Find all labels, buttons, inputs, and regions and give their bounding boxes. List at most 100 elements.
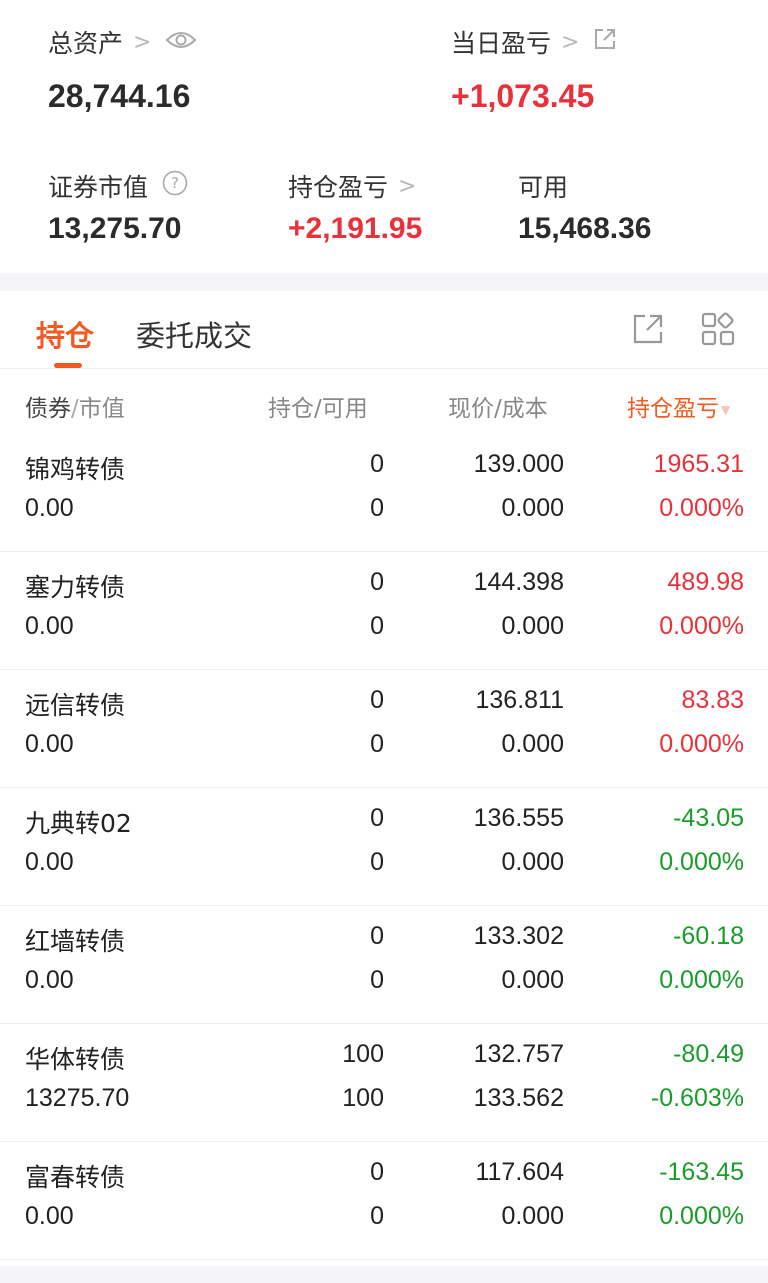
share-icon[interactable] [593, 27, 617, 57]
pl-cell: -60.18 [673, 922, 744, 950]
tab-active-indicator [54, 363, 82, 368]
available-funds: 可用 15,468.36 [518, 168, 651, 246]
pl-percent-cell: 0.000% [659, 494, 744, 522]
position-cell: 0 [370, 568, 384, 596]
daily-pl-label: 当日盈亏 [451, 29, 552, 58]
available-cell: 0 [370, 848, 384, 876]
column-header-pl-label: 持仓盈亏 [627, 396, 719, 422]
market-value-cell: 0.00 [25, 612, 74, 640]
market-value-cell: 0.00 [25, 1202, 74, 1230]
price-cell: 139.000 [473, 450, 564, 478]
chevron-right-icon: > [398, 173, 417, 199]
market-value-label: 证券市值 [48, 173, 149, 202]
help-icon[interactable]: ? [162, 170, 188, 202]
available-cell: 0 [370, 966, 384, 994]
cost-cell: 0.000 [501, 730, 564, 758]
sort-icon: ▼ [721, 402, 731, 417]
export-icon[interactable] [630, 311, 666, 347]
position-cell: 0 [370, 804, 384, 832]
market-value-cell: 0.00 [25, 966, 74, 994]
table-row[interactable]: 九典转02 0.00 0 0 136.555 0.000 -43.05 0.000% [0, 788, 768, 906]
market-value-cell: 13275.70 [25, 1084, 130, 1112]
column-header-pl[interactable]: 持仓盈亏 ▼ [627, 389, 730, 423]
cost-cell: 0.000 [501, 848, 564, 876]
available-cell: 0 [370, 730, 384, 758]
table-row[interactable]: 远信转债 0.00 0 0 136.811 0.000 83.83 0.000% [0, 670, 768, 788]
market-value-cell: 0.00 [25, 848, 74, 876]
eye-icon[interactable] [165, 28, 197, 57]
pl-percent-cell: -0.603% [650, 1084, 744, 1112]
bond-name: 华体转债 [25, 1045, 126, 1074]
price-cell: 132.757 [473, 1040, 564, 1068]
available-cell: 0 [370, 612, 384, 640]
bond-name: 锦鸡转债 [25, 455, 126, 484]
pl-percent-cell: 0.000% [659, 1202, 744, 1230]
tab-holdings[interactable]: 持仓 [36, 313, 94, 355]
table-row[interactable]: 富春转债 0.00 0 0 117.604 0.000 -163.45 0.000% [0, 1142, 768, 1260]
bottom-spacer [0, 1266, 768, 1283]
available-label: 可用 [518, 173, 569, 202]
account-summary: 总资产 > 28,744.16 当日盈亏 > +1,073.45 证券市值 ? … [0, 0, 768, 273]
pl-cell: 1965.31 [653, 450, 744, 478]
daily-pl[interactable]: 当日盈亏 > +1,073.45 [451, 24, 617, 115]
chevron-right-icon: > [133, 29, 152, 55]
pl-percent-cell: 0.000% [659, 730, 744, 758]
bond-name: 红墙转债 [25, 927, 126, 956]
price-cell: 136.811 [475, 686, 564, 714]
market-value-cell: 0.00 [25, 494, 74, 522]
pl-cell: 83.83 [681, 686, 744, 714]
price-cell: 144.398 [473, 568, 564, 596]
market-value-cell: 0.00 [25, 730, 74, 758]
column-header-bond-label: 债券 [25, 396, 71, 422]
column-header-position: 持仓/可用 [268, 396, 368, 422]
cost-cell: 0.000 [501, 1202, 564, 1230]
bond-name: 远信转债 [25, 691, 126, 720]
grid-view-icon[interactable] [700, 311, 736, 347]
available-cell: 100 [342, 1084, 384, 1112]
cost-cell: 0.000 [501, 494, 564, 522]
total-assets-value: 28,744.16 [48, 78, 191, 114]
pl-cell: -80.49 [673, 1040, 744, 1068]
table-row[interactable]: 华体转债 13275.70 100 100 132.757 133.562 -80.49 -0… [0, 1024, 768, 1142]
position-pl[interactable]: 持仓盈亏 > +2,191.95 [288, 168, 422, 246]
table-row[interactable]: 锦鸡转债 0.00 0 0 139.000 0.000 1965.31 0.000% [0, 434, 768, 552]
bond-name: 九典转02 [25, 809, 132, 838]
cost-cell: 133.562 [473, 1084, 564, 1112]
bond-name: 富春转债 [25, 1163, 126, 1192]
column-header-separator: / [71, 396, 79, 422]
column-header-market-value: 市值 [78, 396, 125, 422]
pl-cell: 489.98 [667, 568, 744, 596]
cost-cell: 0.000 [501, 612, 564, 640]
position-cell: 0 [370, 686, 384, 714]
tab-orders-trades[interactable]: 委托成交 [136, 313, 252, 355]
position-cell: 100 [342, 1040, 384, 1068]
pl-cell: -163.45 [659, 1158, 744, 1186]
available-cell: 0 [370, 494, 384, 522]
price-cell: 136.555 [473, 804, 564, 832]
pl-percent-cell: 0.000% [659, 612, 744, 640]
daily-pl-value: +1,073.45 [451, 78, 595, 114]
svg-text:?: ? [171, 174, 179, 192]
total-assets[interactable]: 总资产 > 28,744.16 [48, 24, 197, 115]
total-assets-label: 总资产 [48, 29, 124, 58]
column-header-bond: 债券/市值 [25, 389, 125, 423]
cost-cell: 0.000 [501, 966, 564, 994]
pl-percent-cell: 0.000% [659, 848, 744, 876]
column-header-price: 现价/成本 [448, 396, 548, 422]
table-row[interactable]: 塞力转债 0.00 0 0 144.398 0.000 489.98 0.000% [0, 552, 768, 670]
price-cell: 117.604 [475, 1158, 564, 1186]
table-row[interactable]: 红墙转债 0.00 0 0 133.302 0.000 -60.18 0.000% [0, 906, 768, 1024]
pl-percent-cell: 0.000% [659, 966, 744, 994]
position-pl-label: 持仓盈亏 [288, 173, 389, 202]
position-cell: 0 [370, 922, 384, 950]
market-value-value: 13,275.70 [48, 212, 182, 245]
market-value: 证券市值 ? 13,275.70 [48, 168, 188, 246]
bond-name: 塞力转债 [25, 573, 126, 602]
available-cell: 0 [370, 1202, 384, 1230]
holdings-panel: 持仓 委托成交 债券/市值 持仓/可用 现价/成本 持仓盈亏 ▼ 锦鸡转债 0.00… [0, 291, 768, 1266]
chevron-right-icon: > [561, 29, 580, 55]
position-pl-value: +2,191.95 [288, 212, 423, 245]
position-cell: 0 [370, 450, 384, 478]
pl-cell: -43.05 [673, 804, 744, 832]
tab-bar: 持仓 委托成交 [0, 291, 768, 369]
